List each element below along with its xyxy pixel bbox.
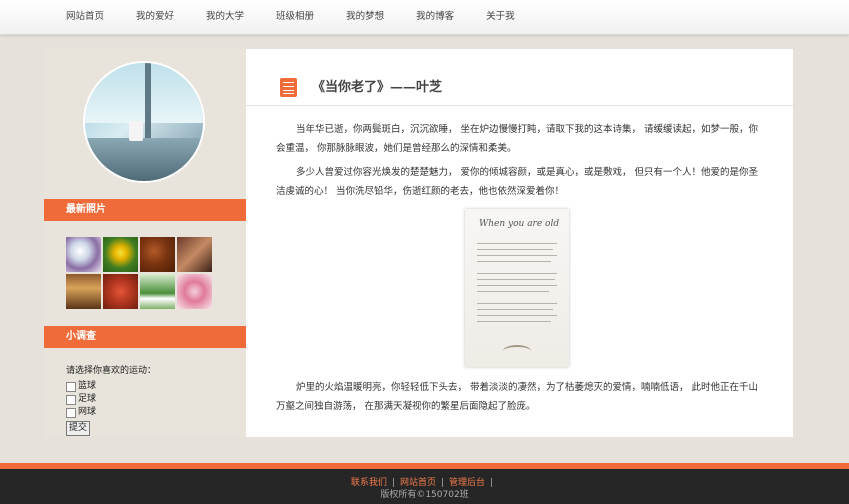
- tennis-checkbox[interactable]: [66, 407, 76, 418]
- photo-thumbnail[interactable]: [177, 237, 212, 272]
- photo-thumbnail[interactable]: [66, 237, 101, 272]
- avatar-frame: [145, 63, 151, 138]
- main-nav: 网站首页 我的爱好 我的大学 班级相册 我的梦想 我的博客 关于我: [50, 0, 531, 34]
- article-paragraph: 多少人曾爱过你容光焕发的楚楚魅力， 爱你的倾城容颜，或是真心，或是敷戏， 但只有…: [276, 167, 759, 197]
- nav-university[interactable]: 我的大学: [190, 0, 260, 34]
- nav-blog[interactable]: 我的博客: [400, 0, 470, 34]
- basketball-checkbox[interactable]: [66, 381, 76, 392]
- nav-home[interactable]: 网站首页: [50, 0, 120, 34]
- avatar-window: [85, 63, 203, 123]
- option-label: 网球: [78, 407, 97, 417]
- avatar-table: [85, 138, 203, 181]
- survey-question: 请选择你喜欢的运动：: [66, 366, 157, 376]
- photo-grid: [66, 237, 216, 309]
- photo-thumbnail[interactable]: [140, 237, 175, 272]
- document-icon: [280, 78, 297, 97]
- option-label: 足球: [78, 394, 97, 404]
- nav-about[interactable]: 关于我: [470, 0, 531, 34]
- photo-thumbnail[interactable]: [103, 237, 138, 272]
- footer-links: 联系我们 | 网站首页 | 管理后台 |: [350, 478, 494, 488]
- ornament-icon: [503, 345, 531, 357]
- avatar: [85, 63, 203, 181]
- photo-thumbnail[interactable]: [140, 274, 175, 309]
- avatar-cup: [129, 121, 143, 141]
- survey-option: 网球: [66, 406, 236, 419]
- copyright-text: 版权所有©150702班: [380, 490, 469, 500]
- footer: 联系我们 | 网站首页 | 管理后台 | 版权所有©150702班: [0, 469, 849, 504]
- survey-option: 篮球: [66, 380, 236, 393]
- photo-thumbnail[interactable]: [66, 274, 101, 309]
- nav-class-album[interactable]: 班级相册: [260, 0, 330, 34]
- footer-link-admin[interactable]: 管理后台: [449, 478, 485, 488]
- article-paragraph: 当年华已逝，你两鬓斑白，沉沉欲睡， 坐在炉边慢慢打盹，请取下我的这本诗集， 请缓…: [276, 124, 759, 154]
- article-panel: 《当你老了》——叶芝 当年华已逝，你两鬓斑白，沉沉欲睡， 坐在炉边慢慢打盹，请取…: [246, 49, 793, 437]
- article-title: 《当你老了》——叶芝: [312, 80, 443, 95]
- photo-thumbnail[interactable]: [177, 274, 212, 309]
- nav-hobbies[interactable]: 我的爱好: [120, 0, 190, 34]
- submit-button[interactable]: 提交: [66, 421, 90, 436]
- top-nav-bar: 网站首页 我的爱好 我的大学 班级相册 我的梦想 我的博客 关于我: [0, 0, 849, 35]
- footer-link-contact[interactable]: 联系我们: [351, 478, 387, 488]
- main-wrapper: 最新照片 小调查 请选择你喜欢的运动： 篮球 足球 网球 提交 《当你老了》——…: [44, 49, 793, 437]
- survey-section-title: 小调查: [44, 326, 246, 348]
- nav-dream[interactable]: 我的梦想: [330, 0, 400, 34]
- option-label: 篮球: [78, 381, 97, 391]
- survey-option: 足球: [66, 393, 236, 406]
- poem-image: When you are old: [465, 209, 569, 367]
- article-header: 《当你老了》——叶芝: [246, 49, 793, 106]
- sidebar: 最新照片 小调查 请选择你喜欢的运动： 篮球 足球 网球 提交: [44, 49, 246, 437]
- poem-image-title: When you are old: [479, 219, 560, 229]
- photo-thumbnail[interactable]: [103, 274, 138, 309]
- photos-section-title: 最新照片: [44, 199, 246, 221]
- football-checkbox[interactable]: [66, 394, 76, 405]
- survey-form: 请选择你喜欢的运动： 篮球 足球 网球 提交: [66, 365, 236, 436]
- article-paragraph: 炉里的火焰温暖明亮，你轻轻低下头去， 带着淡淡的凄然，为了枯萎熄灭的爱情，喃喃低…: [276, 382, 759, 412]
- footer-link-home[interactable]: 网站首页: [400, 478, 436, 488]
